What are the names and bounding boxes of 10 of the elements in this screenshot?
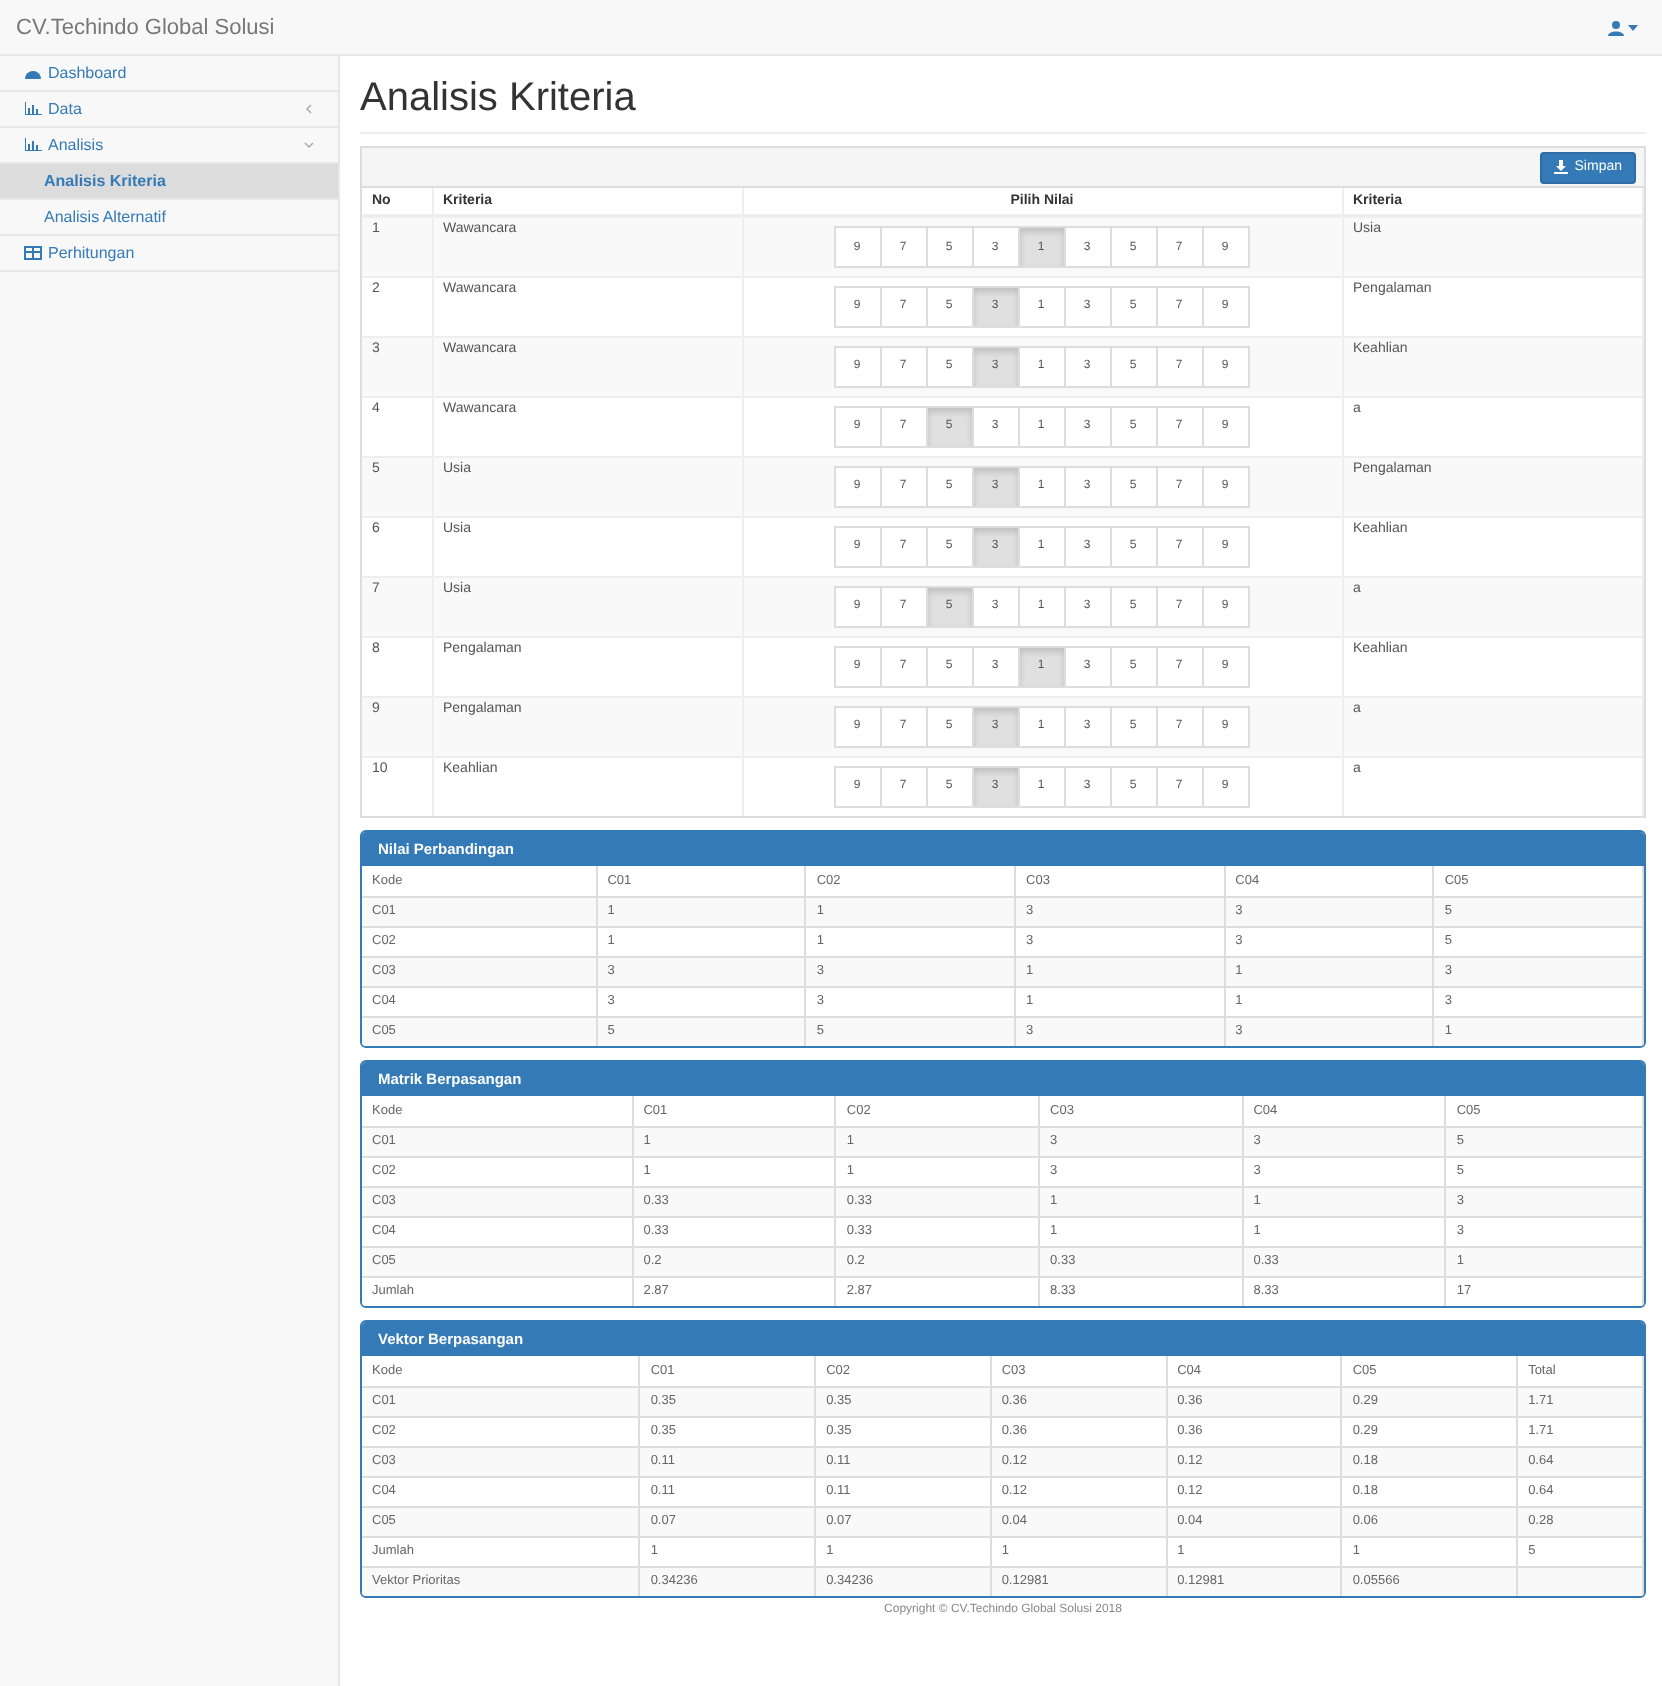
chart-icon (24, 102, 42, 116)
caret-icon (1628, 23, 1638, 31)
brand-title[interactable]: CV.Techindo Global Solusi (16, 15, 275, 39)
page-title: Analisis Kriteria (360, 56, 1646, 134)
download-icon (1554, 160, 1569, 174)
dashboard-icon (24, 66, 42, 80)
chart-icon (24, 138, 42, 152)
user-icon (1608, 19, 1624, 35)
table-icon (24, 246, 42, 260)
user-menu-button[interactable] (1608, 19, 1638, 35)
